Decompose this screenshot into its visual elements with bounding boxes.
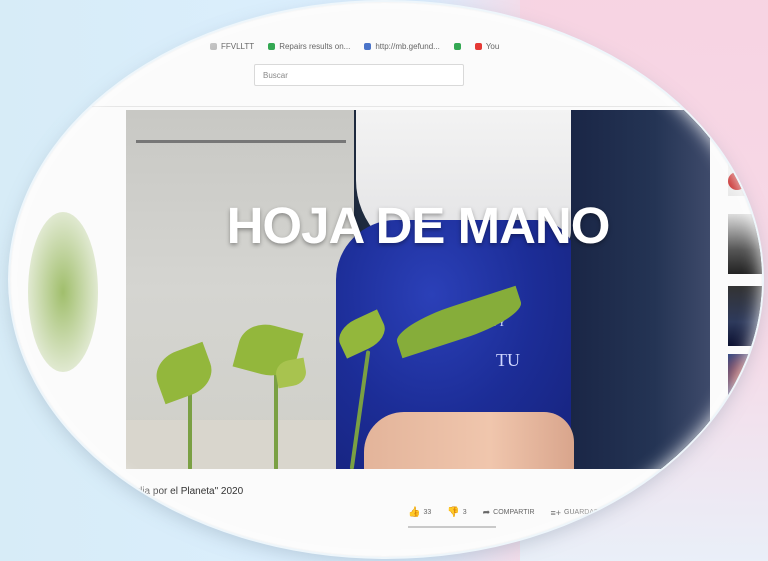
video-wall-background bbox=[126, 110, 354, 469]
header-divider bbox=[50, 106, 722, 107]
share-label: COMPARTIR bbox=[493, 509, 535, 516]
add-to-playlist-icon: ≡+ bbox=[550, 507, 562, 518]
recommended-video-thumbnail[interactable] bbox=[728, 286, 762, 346]
like-ratio-bar bbox=[408, 526, 496, 528]
recommended-video-thumbnail[interactable] bbox=[728, 354, 762, 414]
thumbs-down-icon: 👎 bbox=[447, 507, 460, 518]
share-icon: ➦ bbox=[482, 507, 491, 517]
bookmarks-bar: FFVLLTT Repairs results on... http://mb.… bbox=[210, 36, 499, 56]
dislike-button[interactable]: 👎 3 bbox=[447, 507, 466, 518]
recommended-video-thumbnail[interactable] bbox=[728, 214, 762, 274]
save-button[interactable]: ≡+ GUARDAR bbox=[551, 508, 600, 518]
save-label: GUARDAR bbox=[564, 509, 600, 516]
bookmark-item[interactable]: FFVLLTT bbox=[210, 42, 254, 51]
video-title: "Julia por el Planeta" 2020 bbox=[126, 486, 244, 497]
bookmark-favicon-icon bbox=[453, 42, 461, 50]
bookmark-item[interactable]: You bbox=[474, 41, 500, 51]
share-button[interactable]: ➦ COMPARTIR bbox=[483, 507, 535, 518]
bookmark-item[interactable] bbox=[453, 42, 461, 50]
bookmark-label: http://mb.gefund... bbox=[375, 41, 440, 51]
video-dark-panel bbox=[571, 110, 710, 469]
bookmark-favicon-icon bbox=[364, 42, 372, 50]
like-count: 33 bbox=[423, 509, 432, 516]
search-placeholder: Buscar bbox=[263, 71, 288, 80]
bookmark-label: You bbox=[485, 41, 500, 51]
video-overlay-title: HOJA DE MANO bbox=[226, 197, 611, 254]
thumbs-up-icon: 👍 bbox=[408, 507, 421, 518]
search-input[interactable]: Buscar bbox=[254, 64, 464, 86]
recommended-video-thumbnail[interactable] bbox=[728, 420, 762, 440]
bookmark-item[interactable]: Repairs results on... bbox=[268, 42, 350, 51]
bookmark-label: Repairs results on... bbox=[279, 41, 351, 51]
jersey-text: TU bbox=[496, 350, 520, 370]
bookmark-favicon-icon bbox=[268, 42, 276, 50]
video-player[interactable]: JSY TU HOJA DE MANO bbox=[126, 110, 710, 469]
bookmark-favicon-icon bbox=[210, 42, 217, 50]
youtube-icon bbox=[474, 42, 482, 50]
bookmark-item[interactable]: http://mb.gefund... bbox=[364, 41, 440, 51]
wall-line bbox=[136, 118, 346, 143]
recommended-video-thumbnail[interactable] bbox=[728, 138, 762, 196]
blurred-plant-background bbox=[28, 212, 98, 372]
dislike-count: 3 bbox=[462, 509, 467, 516]
like-button[interactable]: 👍 33 bbox=[408, 507, 431, 518]
screenshot-bubble-frame: FFVLLTT Repairs results on... http://mb.… bbox=[10, 2, 762, 557]
video-actions: 👍 33 👎 3 ➦ COMPARTIR ≡+ GUARDAR bbox=[408, 507, 599, 518]
bookmark-label: FFVLLTT bbox=[221, 41, 255, 51]
video-hand bbox=[364, 412, 574, 469]
